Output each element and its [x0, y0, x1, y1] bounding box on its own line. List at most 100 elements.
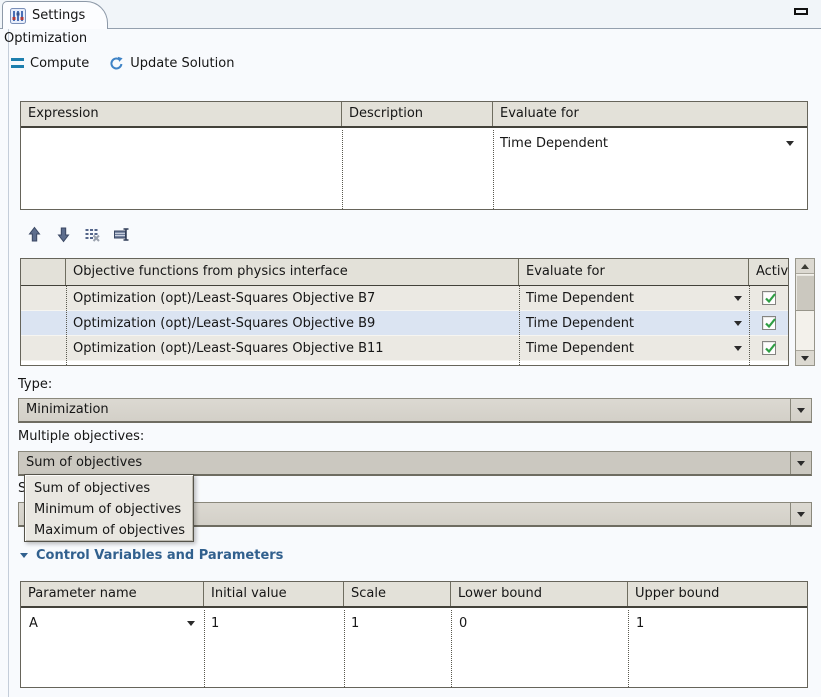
initial-value-cell[interactable]: 1 [211, 611, 219, 636]
column-separator [342, 130, 343, 209]
toolbar: Compute Update Solution [11, 54, 234, 72]
column-header-expression: Expression [21, 102, 342, 126]
column-separator [204, 610, 205, 687]
chevron-down-icon[interactable] [734, 346, 742, 351]
type-label: Type: [18, 377, 52, 392]
control-variables-section-header[interactable]: Control Variables and Parameters [20, 548, 283, 563]
objective-cell: Optimization (opt)/Least-Squares Objecti… [73, 286, 375, 311]
scrollbar-down-button[interactable] [796, 350, 814, 365]
evaluate-for-cell[interactable]: Time Dependent [526, 286, 634, 311]
tab-bar: Settings [0, 0, 821, 29]
column-header-lower-bound: Lower bound [451, 582, 628, 606]
evaluate-for-cell[interactable]: Time Dependent [526, 336, 634, 361]
column-separator [519, 286, 520, 365]
active-checkbox[interactable] [762, 316, 776, 330]
dropdown-option-sum[interactable]: Sum of objectives [25, 478, 193, 499]
column-header-evaluate-for: Evaluate for [493, 102, 807, 126]
combo-arrow-button[interactable] [790, 503, 811, 525]
evaluate-for-cell[interactable]: Time Dependent [526, 311, 634, 336]
delete-button[interactable] [82, 224, 102, 244]
chevron-down-icon [797, 512, 805, 517]
check-icon [763, 316, 778, 331]
chevron-down-icon[interactable] [734, 321, 742, 326]
dropdown-option-minimum[interactable]: Minimum of objectives [25, 499, 193, 520]
column-separator [749, 286, 750, 365]
column-header-upper-bound: Upper bound [628, 582, 807, 606]
tab-settings[interactable]: Settings [2, 1, 108, 29]
type-combobox[interactable]: Minimization [18, 398, 812, 423]
chevron-down-icon [797, 408, 805, 413]
move-up-button[interactable] [24, 224, 44, 244]
compute-label: Compute [30, 56, 89, 71]
column-separator [628, 610, 629, 687]
delete-rows-icon [84, 226, 101, 243]
active-checkbox[interactable] [762, 291, 776, 305]
column-separator [66, 286, 67, 365]
compute-button[interactable]: Compute [11, 56, 89, 71]
vertical-scrollbar[interactable] [795, 258, 815, 366]
column-header-parameter-name: Parameter name [21, 582, 204, 606]
minimize-icon[interactable] [794, 8, 808, 15]
combo-arrow-button[interactable] [790, 452, 811, 474]
column-header-objective: Objective functions from physics interfa… [66, 259, 519, 285]
refresh-icon [109, 56, 124, 71]
active-checkbox[interactable] [762, 341, 776, 355]
settings-window: Settings Optimization Compute Update Sol… [0, 0, 821, 697]
multiple-objectives-combobox[interactable]: Sum of objectives [18, 451, 812, 476]
dropdown-option-maximum[interactable]: Maximum of objectives [25, 520, 193, 541]
column-separator [451, 610, 452, 687]
objective-row-selected[interactable]: Optimization (opt)/Least-Squares Objecti… [21, 311, 788, 336]
parameters-table: Parameter name Initial value Scale Lower… [20, 581, 808, 688]
chevron-down-icon[interactable] [187, 621, 195, 626]
section-title: Control Variables and Parameters [36, 548, 283, 563]
chevron-down-icon[interactable] [786, 141, 794, 146]
scrollbar-thumb[interactable] [796, 275, 814, 311]
check-icon [763, 291, 778, 306]
tab-label: Settings [32, 8, 85, 23]
column-header-scale: Scale [344, 582, 451, 606]
chevron-down-icon[interactable] [734, 296, 742, 301]
table-toolbar [24, 224, 131, 244]
load-from-file-button[interactable] [111, 224, 131, 244]
objective-row[interactable]: Optimization (opt)/Least-Squares Objecti… [21, 286, 788, 311]
column-header-rowselector [21, 259, 66, 285]
update-solution-label: Update Solution [130, 56, 234, 71]
collapse-triangle-icon [20, 553, 28, 558]
check-icon [763, 341, 778, 356]
column-separator [493, 130, 494, 209]
move-up-icon [26, 226, 43, 243]
objective-table-header: Objective functions from physics interfa… [21, 259, 788, 286]
column-header-initial-value: Initial value [204, 582, 344, 606]
upper-bound-cell[interactable]: 1 [636, 611, 644, 636]
settings-icon [10, 8, 26, 24]
panel-left-border [8, 29, 9, 697]
move-down-icon [55, 226, 72, 243]
multiple-objectives-value: Sum of objectives [26, 455, 142, 470]
chevron-down-icon [797, 461, 805, 466]
column-header-evaluate-for: Evaluate for [519, 259, 749, 285]
evaluate-for-cell[interactable]: Time Dependent [500, 131, 608, 156]
compute-icon [11, 58, 24, 68]
triangle-up-icon [801, 264, 809, 269]
move-down-button[interactable] [53, 224, 73, 244]
objective-cell: Optimization (opt)/Least-Squares Objecti… [73, 311, 375, 336]
load-table-icon [113, 226, 130, 243]
dropdown-popup: Sum of objectives Minimum of objectives … [24, 474, 194, 542]
parameter-name-cell[interactable]: A [29, 611, 38, 636]
combo-arrow-button[interactable] [790, 399, 811, 421]
parameters-table-header: Parameter name Initial value Scale Lower… [21, 582, 807, 608]
objective-functions-table: Objective functions from physics interfa… [20, 258, 789, 366]
expression-table-header: Expression Description Evaluate for [21, 102, 807, 128]
scale-cell[interactable]: 1 [351, 611, 359, 636]
expression-table: Expression Description Evaluate for Time… [20, 101, 808, 210]
type-value: Minimization [26, 402, 109, 417]
lower-bound-cell[interactable]: 0 [459, 611, 467, 636]
column-separator [344, 610, 345, 687]
update-solution-button[interactable]: Update Solution [109, 56, 234, 71]
scrollbar-up-button[interactable] [796, 259, 814, 274]
triangle-down-icon [801, 356, 809, 361]
column-header-active: Active [749, 259, 788, 285]
objective-row[interactable]: Optimization (opt)/Least-Squares Objecti… [21, 336, 788, 361]
objective-cell: Optimization (opt)/Least-Squares Objecti… [73, 336, 384, 361]
multiple-objectives-label: Multiple objectives: [18, 429, 144, 444]
